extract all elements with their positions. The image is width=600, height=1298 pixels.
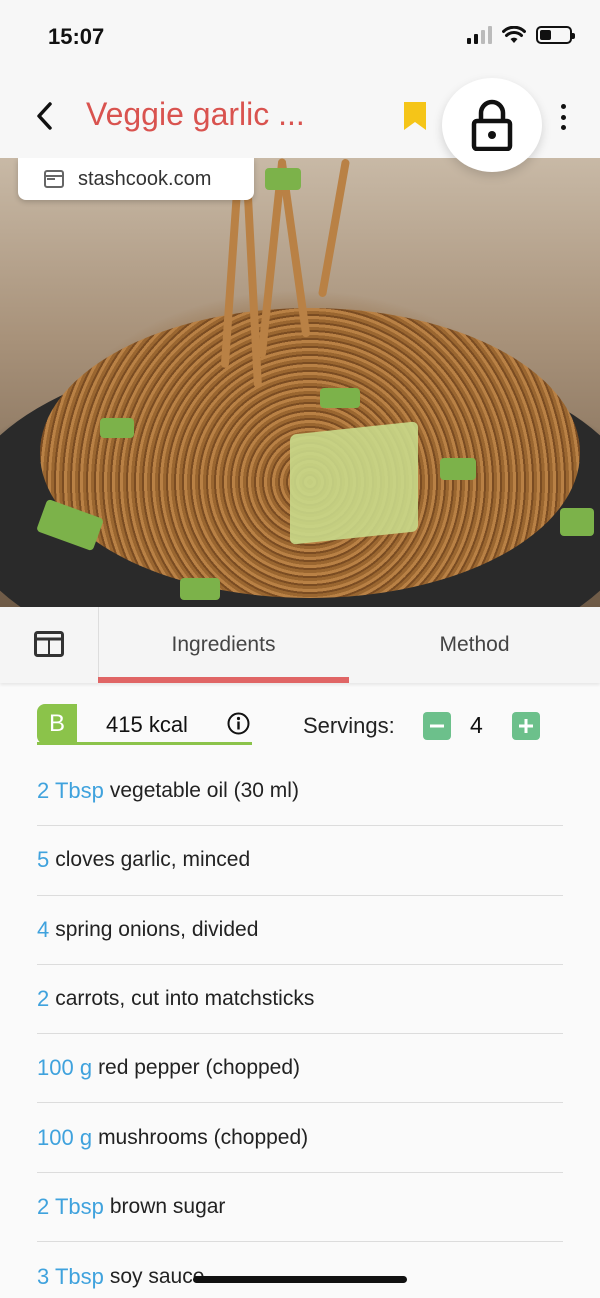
ingredient-item[interactable]: 2 carrots, cut into matchsticks xyxy=(37,965,563,1035)
spring-onion xyxy=(560,508,594,536)
ingredient-quantity: 5 xyxy=(37,847,50,873)
grade-underline xyxy=(37,742,252,745)
recipe-image: stashcook.com xyxy=(0,158,600,607)
ingredient-name: red pepper (chopped) xyxy=(98,1056,301,1080)
ingredient-item[interactable]: 3 Tbsp soy sauce xyxy=(37,1242,563,1298)
cellular-signal-icon xyxy=(467,26,492,44)
ingredient-quantity: 100 g xyxy=(37,1124,93,1150)
ingredient-quantity: 2 Tbsp xyxy=(37,778,104,804)
nutrition-row: B 415 kcal Servings: 4 xyxy=(0,683,600,763)
recipe-tabs: Ingredients Method xyxy=(0,607,600,683)
chevron-left-icon xyxy=(37,102,52,130)
pepper-piece xyxy=(290,421,418,545)
tab-method[interactable]: Method xyxy=(349,607,600,683)
calories-value: 415 kcal xyxy=(106,712,188,737)
tab-image[interactable] xyxy=(34,631,64,657)
ingredient-item[interactable]: 100 g red pepper (chopped) xyxy=(37,1034,563,1104)
health-grade-badge: B xyxy=(37,704,77,744)
source-domain: stashcook.com xyxy=(78,167,212,190)
info-icon[interactable] xyxy=(227,712,250,735)
spring-onion xyxy=(320,388,360,408)
ingredient-quantity: 2 Tbsp xyxy=(37,1193,104,1219)
ingredient-quantity: 3 Tbsp xyxy=(37,1263,104,1289)
more-options-icon[interactable] xyxy=(552,100,574,134)
status-icons xyxy=(467,26,575,44)
decrease-servings-button[interactable] xyxy=(423,712,451,740)
ingredient-quantity: 100 g xyxy=(37,1055,93,1081)
home-indicator[interactable] xyxy=(193,1276,407,1283)
spring-onion xyxy=(100,418,134,438)
spring-onion xyxy=(180,578,220,600)
ingredient-item[interactable]: 100 g mushrooms (chopped) xyxy=(37,1103,563,1173)
page-title: Veggie garlic ... xyxy=(86,96,305,132)
source-link[interactable]: stashcook.com xyxy=(18,158,254,200)
noodle-strand xyxy=(317,158,351,298)
browser-icon xyxy=(44,170,64,188)
ingredient-name: spring onions, divided xyxy=(55,917,259,941)
servings-label: Servings: xyxy=(303,713,395,738)
ingredient-item[interactable]: 4 spring onions, divided xyxy=(37,896,563,965)
ingredient-quantity: 4 xyxy=(37,916,50,942)
ingredient-list: 2 Tbsp vegetable oil (30 ml) 5 cloves garl… xyxy=(37,757,563,1298)
ingredient-item[interactable]: 5 cloves garlic, minced xyxy=(37,826,563,896)
spring-onion xyxy=(440,458,476,480)
status-time: 15:07 xyxy=(48,24,105,49)
lock-icon xyxy=(471,99,513,151)
plus-icon xyxy=(519,719,533,733)
ingredient-name: vegetable oil (30 ml) xyxy=(109,779,299,803)
image-view-icon xyxy=(34,631,64,657)
back-button[interactable] xyxy=(28,98,64,134)
tab-ingredients[interactable]: Ingredients xyxy=(98,607,349,683)
status-bar: 15:07 xyxy=(0,0,600,76)
app-header: Veggie garlic ... xyxy=(0,76,600,172)
ingredient-item[interactable]: 2 Tbsp brown sugar xyxy=(37,1173,563,1243)
ingredient-item[interactable]: 2 Tbsp vegetable oil (30 ml) xyxy=(37,757,563,827)
minus-icon xyxy=(430,724,444,728)
bookmark-icon[interactable] xyxy=(404,102,426,130)
ingredient-name: cloves garlic, minced xyxy=(55,848,251,872)
ingredient-name: brown sugar xyxy=(109,1194,226,1218)
battery-icon xyxy=(536,26,575,44)
servings-value: 4 xyxy=(470,712,483,738)
wifi-icon xyxy=(502,26,526,43)
lock-button[interactable] xyxy=(442,78,542,172)
ingredient-quantity: 2 xyxy=(37,986,50,1012)
ingredient-name: mushrooms (chopped) xyxy=(98,1125,309,1149)
spring-onion xyxy=(265,168,301,190)
ingredient-name: soy sauce xyxy=(109,1264,205,1288)
ingredient-name: carrots, cut into matchsticks xyxy=(55,987,315,1011)
increase-servings-button[interactable] xyxy=(512,712,540,740)
